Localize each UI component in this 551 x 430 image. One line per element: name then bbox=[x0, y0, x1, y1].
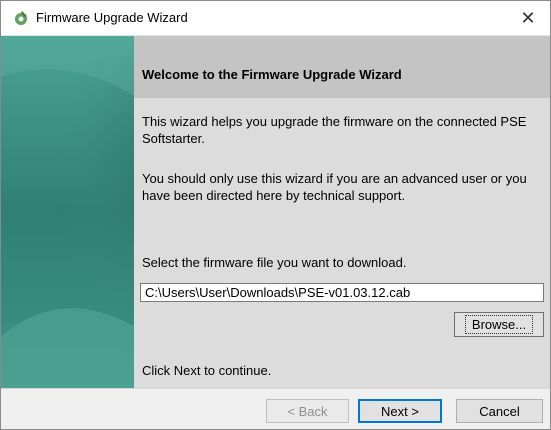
continue-text: Click Next to continue. bbox=[142, 363, 272, 378]
title-bar: Firmware Upgrade Wizard ✕ bbox=[1, 1, 550, 36]
banner-graphic bbox=[1, 36, 134, 388]
close-icon: ✕ bbox=[520, 7, 536, 28]
wizard-window: Firmware Upgrade Wizard ✕ Welcome to the… bbox=[0, 0, 551, 430]
wizard-content: Welcome to the Firmware Upgrade Wizard T… bbox=[134, 36, 550, 388]
window-title: Firmware Upgrade Wizard bbox=[36, 10, 188, 25]
next-button[interactable]: Next > bbox=[358, 399, 442, 423]
select-file-label: Select the firmware file you want to dow… bbox=[142, 255, 407, 270]
warning-text: You should only use this wizard if you a… bbox=[142, 171, 527, 203]
intro-text: This wizard helps you upgrade the firmwa… bbox=[142, 114, 527, 146]
wizard-side-banner bbox=[1, 36, 134, 388]
wizard-footer: < Back Next > Cancel bbox=[1, 388, 550, 429]
close-button[interactable]: ✕ bbox=[506, 1, 550, 35]
wizard-gear-icon bbox=[13, 10, 29, 26]
cancel-button[interactable]: Cancel bbox=[456, 399, 543, 423]
browse-button[interactable]: Browse... bbox=[454, 312, 544, 337]
firmware-file-path-input[interactable] bbox=[140, 283, 544, 302]
wizard-header: Welcome to the Firmware Upgrade Wizard bbox=[134, 36, 550, 98]
browse-button-label: Browse... bbox=[464, 315, 534, 334]
page-title: Welcome to the Firmware Upgrade Wizard bbox=[142, 67, 402, 82]
back-button[interactable]: < Back bbox=[266, 399, 349, 423]
